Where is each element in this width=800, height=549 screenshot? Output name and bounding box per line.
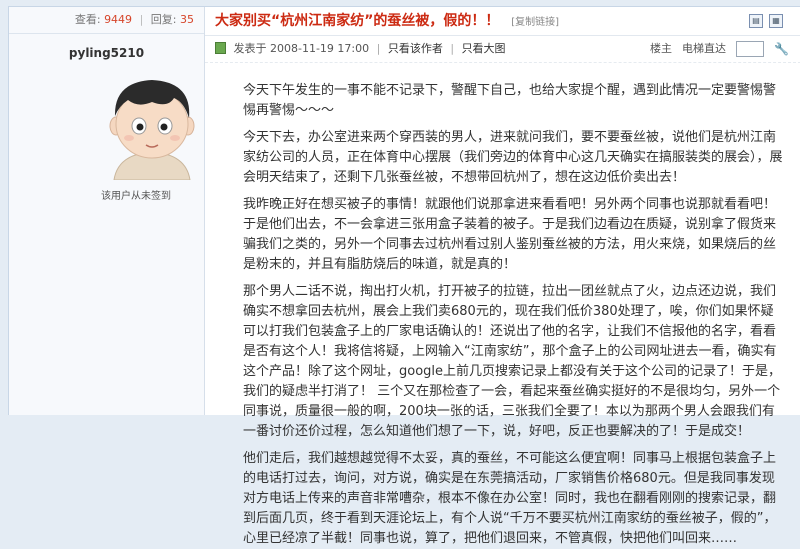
copy-link[interactable]: [复制链接]: [511, 17, 559, 28]
author-sidebar: 查看: 9449 | 回复: 35 pyling5210 该用户从未签到: [9, 7, 205, 415]
floor-tools: 楼主 电梯直达 🔧: [650, 36, 789, 62]
stats-divider: |: [139, 13, 144, 26]
meta-divider: |: [450, 42, 455, 55]
goto-floor-label: 电梯直达: [682, 42, 727, 55]
page: 查看: 9449 | 回复: 35 pyling5210 该用户从未签到 大家别…: [8, 6, 800, 546]
views-label: 查看:: [74, 13, 101, 26]
avatar[interactable]: [102, 72, 202, 181]
replies-label: 回复:: [150, 13, 177, 26]
sign-in-status: 该用户从未签到: [101, 191, 171, 202]
post-paragraph: 他们走后，我们越想越觉得不太妥，真的蚕丝，不可能这么便宜啊！同事马上根据包装盒子…: [243, 451, 777, 546]
post-meta: 发表于 2008-11-19 17:00 | 只看该作者 | 只看大图 楼主 电…: [205, 36, 800, 63]
post-status-icon: [215, 42, 226, 54]
read-large-image-link[interactable]: 只看大图: [462, 42, 506, 55]
avatar-boy-icon: [109, 80, 195, 181]
replies-count: 35: [180, 13, 194, 26]
post-content: 今天下午发生的一事不能不记录下，警醒下自己，也给大家提个醒，遇到此情况一定要警惕…: [205, 63, 800, 549]
title-actions: ▤ ▦: [749, 14, 783, 28]
post-paragraph: 今天下午发生的一事不能不记录下，警醒下自己，也给大家提个醒，遇到此情况一定要警惕…: [243, 83, 777, 118]
post-timestamp: 发表于 2008-11-19 17:00: [233, 42, 370, 55]
post-main: 大家别买“杭州江南家纺”的蚕丝被，假的！！ [复制链接] ▤ ▦ 发表于 200…: [205, 7, 800, 546]
floor-label: 楼主: [650, 42, 673, 55]
meta-divider: |: [376, 42, 381, 55]
post-paragraph: 那个男人二话不说，掏出打火机，打开被子的拉链，拉出一团丝就点了火，边点还边说，我…: [243, 284, 782, 439]
print-icon[interactable]: ▤: [749, 14, 763, 28]
favorite-icon[interactable]: ▦: [769, 14, 783, 28]
author-only-link[interactable]: 只看该作者: [388, 42, 443, 55]
author-username[interactable]: pyling5210: [9, 46, 204, 60]
post-paragraph: 今天下去，办公室进来两个穿西装的男人，进来就问我们，要不要蚕丝被，说他们是杭州江…: [243, 130, 783, 185]
views-count: 9449: [104, 13, 133, 26]
post-title-bar: 大家别买“杭州江南家纺”的蚕丝被，假的！！ [复制链接] ▤ ▦: [205, 7, 800, 36]
goto-floor-input[interactable]: [736, 41, 765, 57]
post-paragraph: 我昨晚正好在想买被子的事情！就跟他们说那拿进来看看吧！另外两个同事也说那就看看吧…: [243, 197, 777, 272]
thread-stats: 查看: 9449 | 回复: 35: [9, 7, 204, 34]
post-title: 大家别买“杭州江南家纺”的蚕丝被，假的！！: [215, 13, 500, 29]
wrench-icon[interactable]: 🔧: [774, 36, 789, 62]
